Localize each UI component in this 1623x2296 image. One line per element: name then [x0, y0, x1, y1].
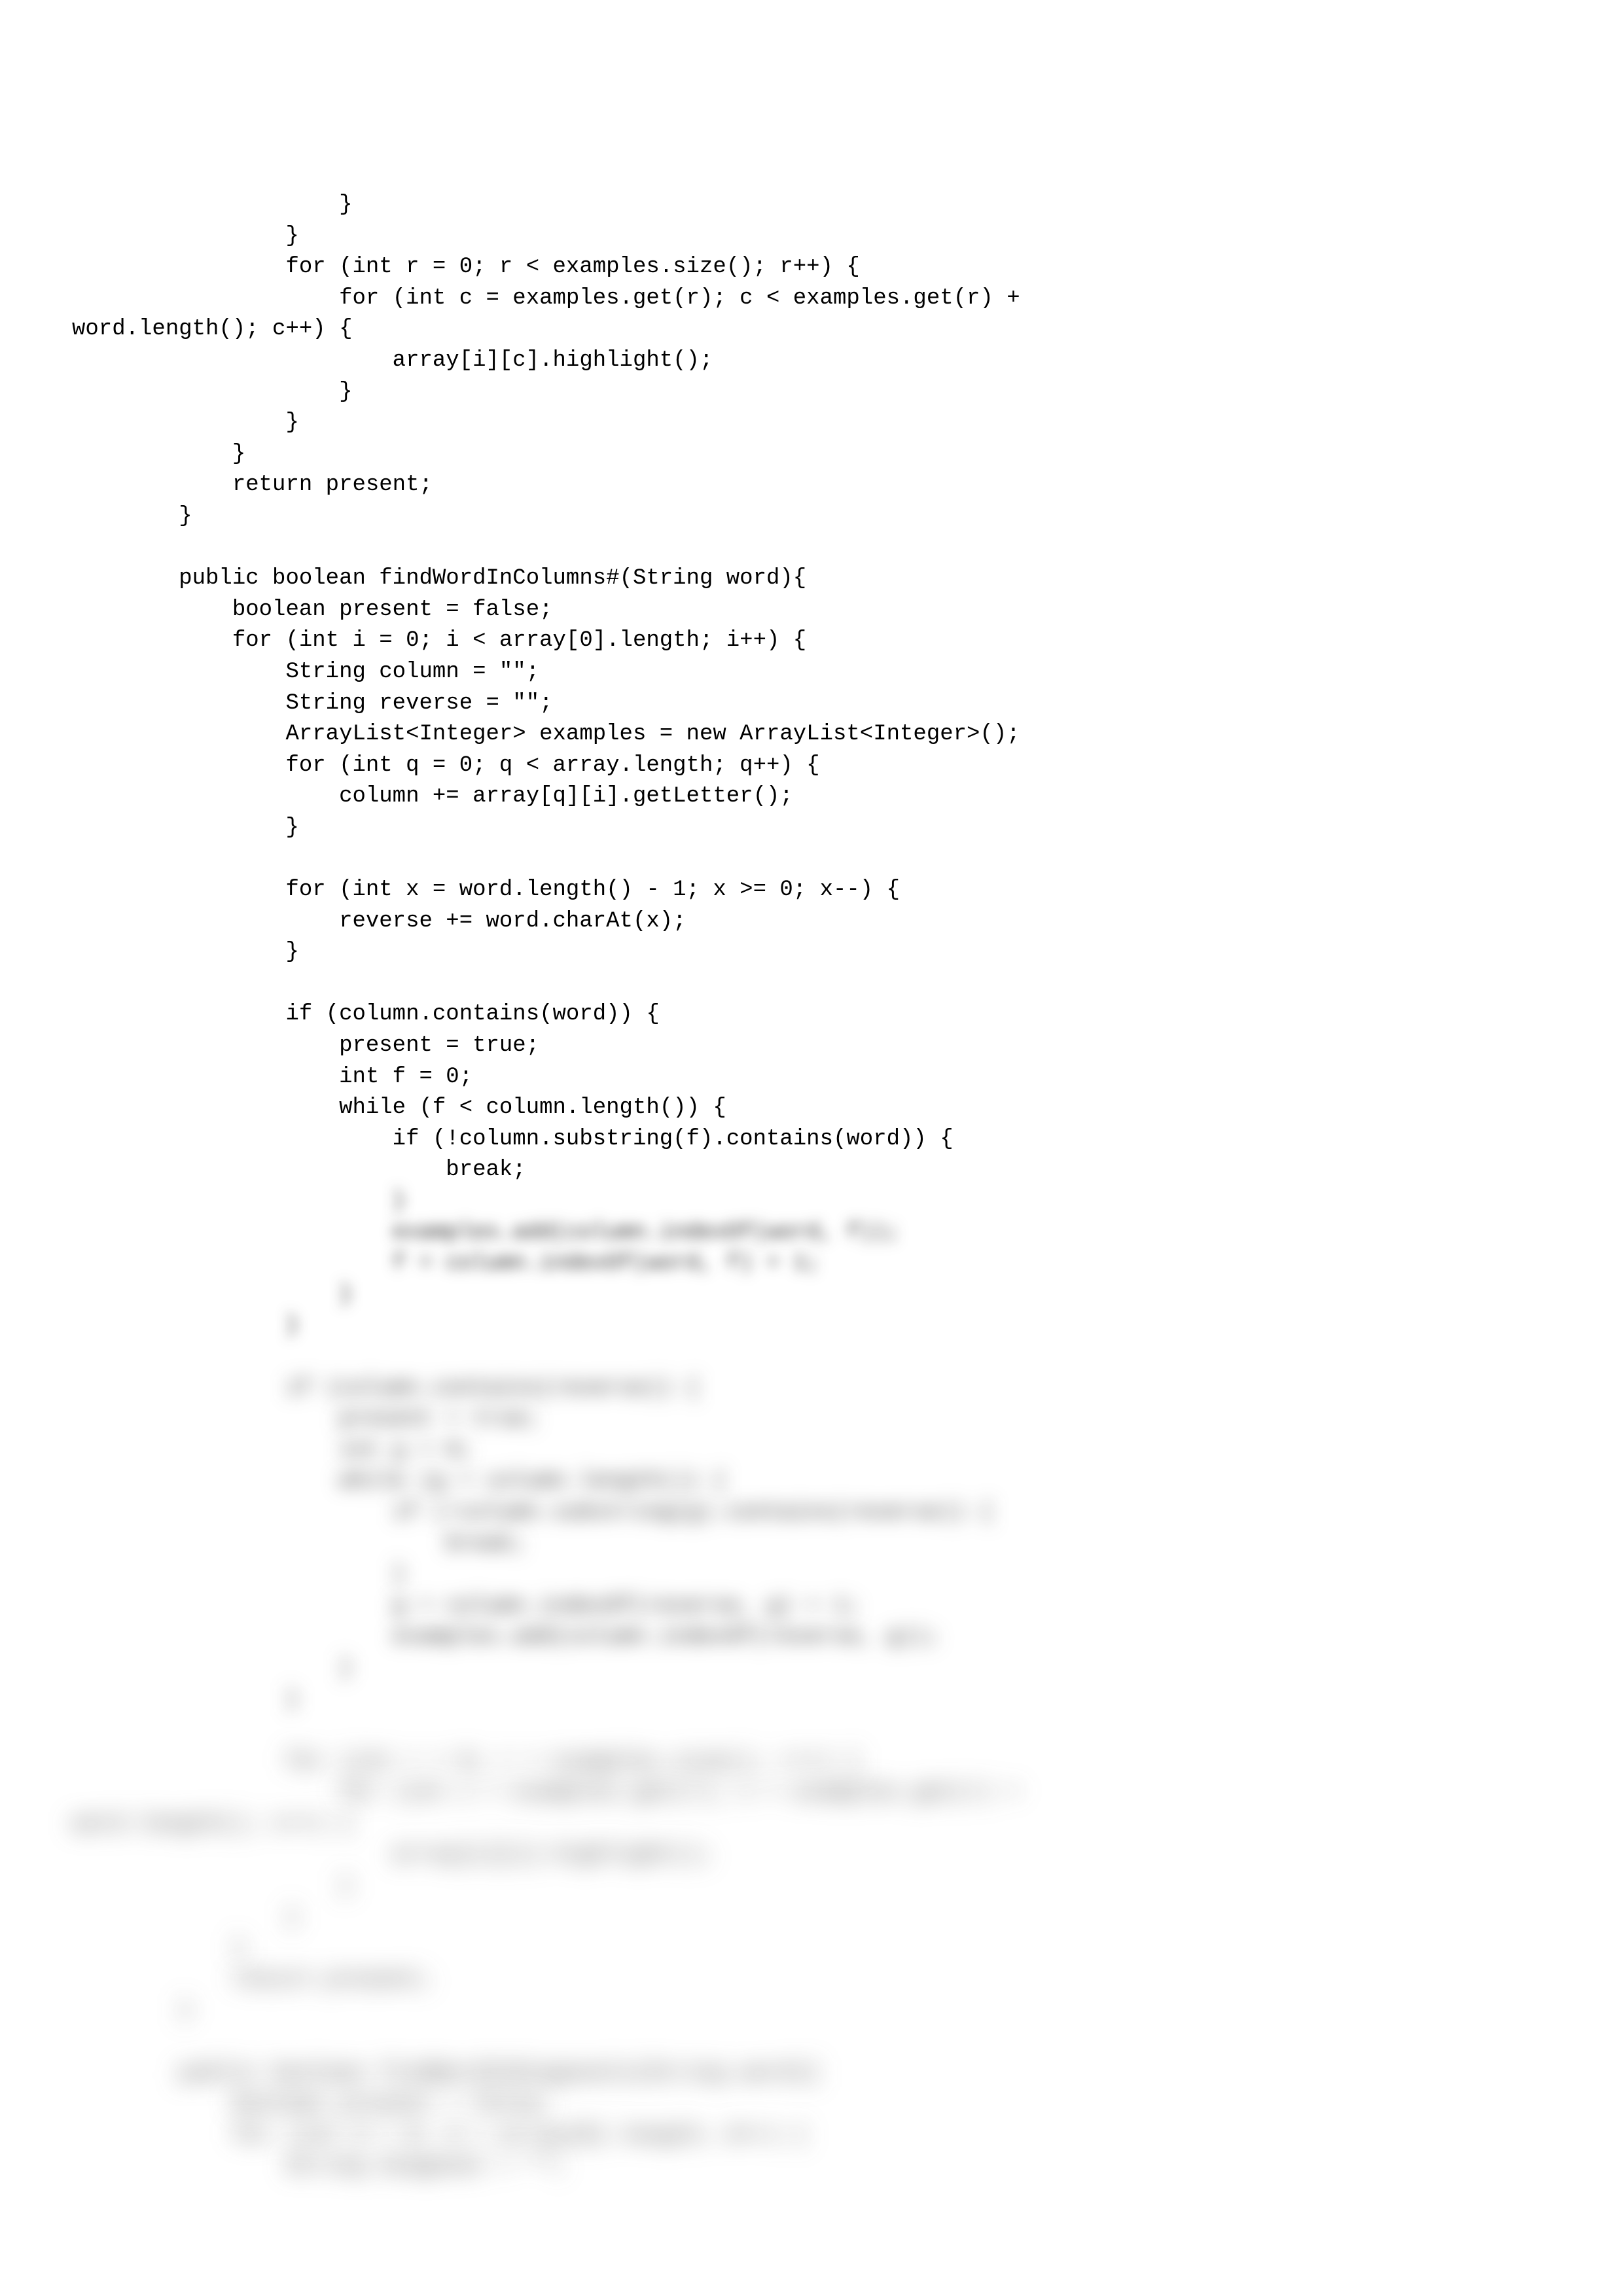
- code-line: }: [72, 190, 1551, 221]
- code-line: ArrayList<Integer> examples = new ArrayL…: [72, 719, 1551, 751]
- code-line: [72, 843, 1551, 875]
- code-line: boolean present = false;: [72, 2089, 1551, 2121]
- code-line: [72, 2027, 1551, 2058]
- code-line: }: [72, 1311, 1551, 1342]
- code-line: }: [72, 813, 1551, 844]
- code-line: if (!column.substring(g).contains(revers…: [72, 1498, 1551, 1529]
- code-line: reverse += word.charAt(x);: [72, 906, 1551, 938]
- code-line: array[c][i].highlight();: [72, 1840, 1551, 1871]
- code-line: }: [72, 377, 1551, 408]
- code-line: break;: [72, 1529, 1551, 1561]
- code-line: break;: [72, 1155, 1551, 1186]
- code-line: for (int i = 0; i < array[0].length; i++…: [72, 626, 1551, 657]
- code-line: }: [72, 501, 1551, 533]
- code-line: int g = 0;: [72, 1436, 1551, 1467]
- code-line: if (!column.substring(f).contains(word))…: [72, 1124, 1551, 1156]
- code-line: if (column.contains(reverse)) {: [72, 1373, 1551, 1405]
- code-line: column += array[q][i].getLetter();: [72, 781, 1551, 813]
- code-line: }: [72, 439, 1551, 470]
- code-line: }: [72, 1653, 1551, 1685]
- code-line: }: [72, 1280, 1551, 1311]
- code-page: } } for (int r = 0; r < examples.size();…: [0, 0, 1623, 2183]
- code-line: }: [72, 1996, 1551, 2027]
- code-line: return present;: [72, 1965, 1551, 1996]
- code-line: }: [72, 1934, 1551, 1965]
- code-line: word.length(); c++) {: [72, 1809, 1551, 1841]
- code-line: [72, 533, 1551, 564]
- code-line: for (int c = examples.get(r); c < exampl…: [72, 1778, 1551, 1809]
- code-line: int f = 0;: [72, 1062, 1551, 1093]
- code-line: }: [72, 221, 1551, 253]
- code-line: for (int d = 0; d < array[0].length; d++…: [72, 2121, 1551, 2152]
- code-line: [72, 968, 1551, 1000]
- code-line: String reverse = "";: [72, 688, 1551, 720]
- code-line: for (int c = examples.get(r); c < exampl…: [72, 283, 1551, 315]
- code-line: examples.add(column.indexOf(word, f));: [72, 1218, 1551, 1249]
- code-line: }: [72, 1903, 1551, 1934]
- code-line: while (g < column.length()) {: [72, 1466, 1551, 1498]
- code-line: for (int r = 0; r < examples.size(); r++…: [72, 252, 1551, 283]
- code-line: boolean present = false;: [72, 595, 1551, 626]
- code-line: }: [72, 1560, 1551, 1591]
- code-line: for (int x = word.length() - 1; x >= 0; …: [72, 875, 1551, 906]
- code-line: String column = "";: [72, 657, 1551, 688]
- code-line: if (column.contains(word)) {: [72, 999, 1551, 1031]
- code-line: while (f < column.length()) {: [72, 1093, 1551, 1124]
- code-line: public boolean findWordInColumns#(String…: [72, 563, 1551, 595]
- code-line: return present;: [72, 470, 1551, 501]
- code-line: }: [72, 1186, 1551, 1218]
- code-line: }: [72, 1685, 1551, 1716]
- code-line: array[i][c].highlight();: [72, 345, 1551, 377]
- code-line: }: [72, 937, 1551, 968]
- code-line: for (int r = 0; r < examples.size(); r++…: [72, 1747, 1551, 1778]
- code-line: g = column.indexOf(reverse, g) + 1;: [72, 1591, 1551, 1623]
- code-line: f = column.indexOf(word, f) + 1;: [72, 1248, 1551, 1280]
- code-line: present = true;: [72, 1031, 1551, 1062]
- code-line: public boolean findWordInDiagonals(Strin…: [72, 2058, 1551, 2090]
- code-line: word.length(); c++) {: [72, 314, 1551, 345]
- code-line: String diagonal = "";: [72, 2151, 1551, 2183]
- code-line: examples.add(column.indexOf(reverse, g))…: [72, 1622, 1551, 1653]
- code-line: [72, 1342, 1551, 1373]
- code-line: present = true;: [72, 1404, 1551, 1436]
- code-line: }: [72, 408, 1551, 439]
- code-line: for (int q = 0; q < array.length; q++) {: [72, 751, 1551, 782]
- code-line: [72, 1716, 1551, 1747]
- code-line: }: [72, 1871, 1551, 1903]
